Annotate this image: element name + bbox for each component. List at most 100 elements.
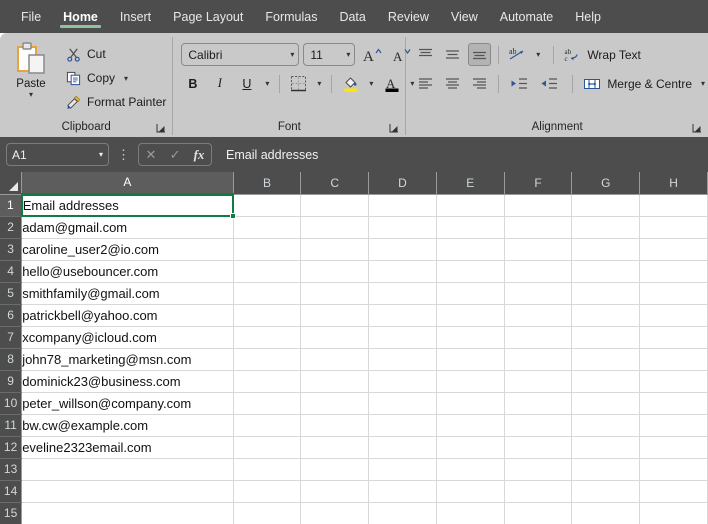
- wrap-text-button[interactable]: ab c Wrap Text: [564, 43, 641, 66]
- cell-E13[interactable]: [436, 458, 505, 481]
- orientation-chevron-down-icon[interactable]: ▾: [533, 50, 543, 59]
- cell-H4[interactable]: [639, 260, 708, 283]
- cell-A10[interactable]: peter_willson@company.com: [21, 392, 234, 415]
- cell-E3[interactable]: [436, 238, 505, 261]
- cell-C6[interactable]: [300, 304, 370, 327]
- select-all-button[interactable]: [0, 172, 23, 195]
- cell-H6[interactable]: [639, 304, 708, 327]
- cell-F2[interactable]: [504, 216, 573, 239]
- font-dialog-launcher-icon[interactable]: [389, 123, 399, 133]
- cell-A3[interactable]: caroline_user2@io.com: [21, 238, 234, 261]
- cell-F14[interactable]: [504, 480, 573, 503]
- cell-B3[interactable]: [233, 238, 302, 261]
- cell-C9[interactable]: [300, 370, 370, 393]
- cell-E4[interactable]: [436, 260, 505, 283]
- row-header-9[interactable]: 9: [0, 370, 23, 393]
- cell-A7[interactable]: xcompany@icloud.com: [21, 326, 234, 349]
- cell-D14[interactable]: [368, 480, 437, 503]
- cell-F4[interactable]: [504, 260, 573, 283]
- row-header-1[interactable]: 1: [0, 194, 23, 217]
- cell-D5[interactable]: [368, 282, 437, 305]
- row-header-13[interactable]: 13: [0, 458, 23, 481]
- cell-A8[interactable]: john78_marketing@msn.com: [21, 348, 234, 371]
- row-header-11[interactable]: 11: [0, 414, 23, 437]
- column-header-b[interactable]: B: [233, 172, 302, 195]
- cell-B1[interactable]: [233, 194, 302, 217]
- cell-G2[interactable]: [571, 216, 641, 239]
- cell-D4[interactable]: [368, 260, 437, 283]
- cell-E6[interactable]: [436, 304, 505, 327]
- cell-D13[interactable]: [368, 458, 437, 481]
- cell-G13[interactable]: [571, 458, 641, 481]
- cell-H13[interactable]: [639, 458, 708, 481]
- cell-D1[interactable]: [368, 194, 437, 217]
- formula-input[interactable]: Email addresses: [218, 143, 702, 166]
- increase-indent-button[interactable]: [536, 72, 562, 95]
- tab-file[interactable]: File: [10, 0, 52, 33]
- cell-D6[interactable]: [368, 304, 437, 327]
- font-color-button[interactable]: A: [380, 72, 403, 95]
- cell-B5[interactable]: [233, 282, 302, 305]
- cell-G12[interactable]: [571, 436, 641, 459]
- cell-C8[interactable]: [300, 348, 370, 371]
- cell-D9[interactable]: [368, 370, 437, 393]
- column-header-h[interactable]: H: [639, 172, 708, 195]
- cell-C2[interactable]: [300, 216, 370, 239]
- cell-D11[interactable]: [368, 414, 437, 437]
- cell-D15[interactable]: [368, 502, 437, 524]
- align-bottom-button[interactable]: [468, 43, 492, 66]
- cell-G14[interactable]: [571, 480, 641, 503]
- decrease-indent-button[interactable]: [506, 72, 532, 95]
- cell-E12[interactable]: [436, 436, 505, 459]
- underline-button[interactable]: U: [235, 72, 258, 95]
- cell-D10[interactable]: [368, 392, 437, 415]
- confirm-formula-icon[interactable]: ✓: [170, 147, 181, 163]
- align-top-button[interactable]: [414, 43, 437, 66]
- row-header-14[interactable]: 14: [0, 480, 23, 503]
- row-header-2[interactable]: 2: [0, 216, 23, 239]
- cell-B14[interactable]: [233, 480, 302, 503]
- cell-E14[interactable]: [436, 480, 505, 503]
- alignment-dialog-launcher-icon[interactable]: [692, 123, 702, 133]
- cell-C1[interactable]: [300, 194, 370, 217]
- cell-B7[interactable]: [233, 326, 302, 349]
- merge-centre-chevron-down-icon[interactable]: ▾: [698, 79, 708, 88]
- cell-B8[interactable]: [233, 348, 302, 371]
- borders-chevron-down-icon[interactable]: ▾: [314, 79, 324, 88]
- cell-A2[interactable]: adam@gmail.com: [21, 216, 234, 239]
- more-options-icon[interactable]: ⋮: [115, 147, 132, 163]
- tab-review[interactable]: Review: [377, 0, 440, 33]
- copy-chevron-down-icon[interactable]: ▾: [121, 74, 131, 83]
- cell-F10[interactable]: [504, 392, 573, 415]
- cell-F12[interactable]: [504, 436, 573, 459]
- cell-B10[interactable]: [233, 392, 302, 415]
- fill-color-button[interactable]: [339, 72, 362, 95]
- row-header-4[interactable]: 4: [0, 260, 23, 283]
- cell-H9[interactable]: [639, 370, 708, 393]
- cell-H10[interactable]: [639, 392, 708, 415]
- cell-G11[interactable]: [571, 414, 641, 437]
- cell-H15[interactable]: [639, 502, 708, 524]
- cell-G4[interactable]: [571, 260, 641, 283]
- cell-A13[interactable]: [21, 458, 234, 481]
- cell-E9[interactable]: [436, 370, 505, 393]
- cell-F11[interactable]: [504, 414, 573, 437]
- column-header-f[interactable]: F: [504, 172, 573, 195]
- cell-C15[interactable]: [300, 502, 370, 524]
- cell-G7[interactable]: [571, 326, 641, 349]
- cell-A15[interactable]: [21, 502, 234, 524]
- cell-B6[interactable]: [233, 304, 302, 327]
- cell-B15[interactable]: [233, 502, 302, 524]
- cell-B4[interactable]: [233, 260, 302, 283]
- tab-data[interactable]: Data: [328, 0, 376, 33]
- cell-E15[interactable]: [436, 502, 505, 524]
- cell-A11[interactable]: bw.cw@example.com: [21, 414, 234, 437]
- cell-B12[interactable]: [233, 436, 302, 459]
- increase-font-size-button[interactable]: A: [359, 43, 385, 66]
- cell-G8[interactable]: [571, 348, 641, 371]
- cell-H11[interactable]: [639, 414, 708, 437]
- tab-automate[interactable]: Automate: [489, 0, 565, 33]
- column-header-c[interactable]: C: [300, 172, 370, 195]
- cell-A9[interactable]: dominick23@business.com: [21, 370, 234, 393]
- fill-color-chevron-down-icon[interactable]: ▾: [366, 79, 376, 88]
